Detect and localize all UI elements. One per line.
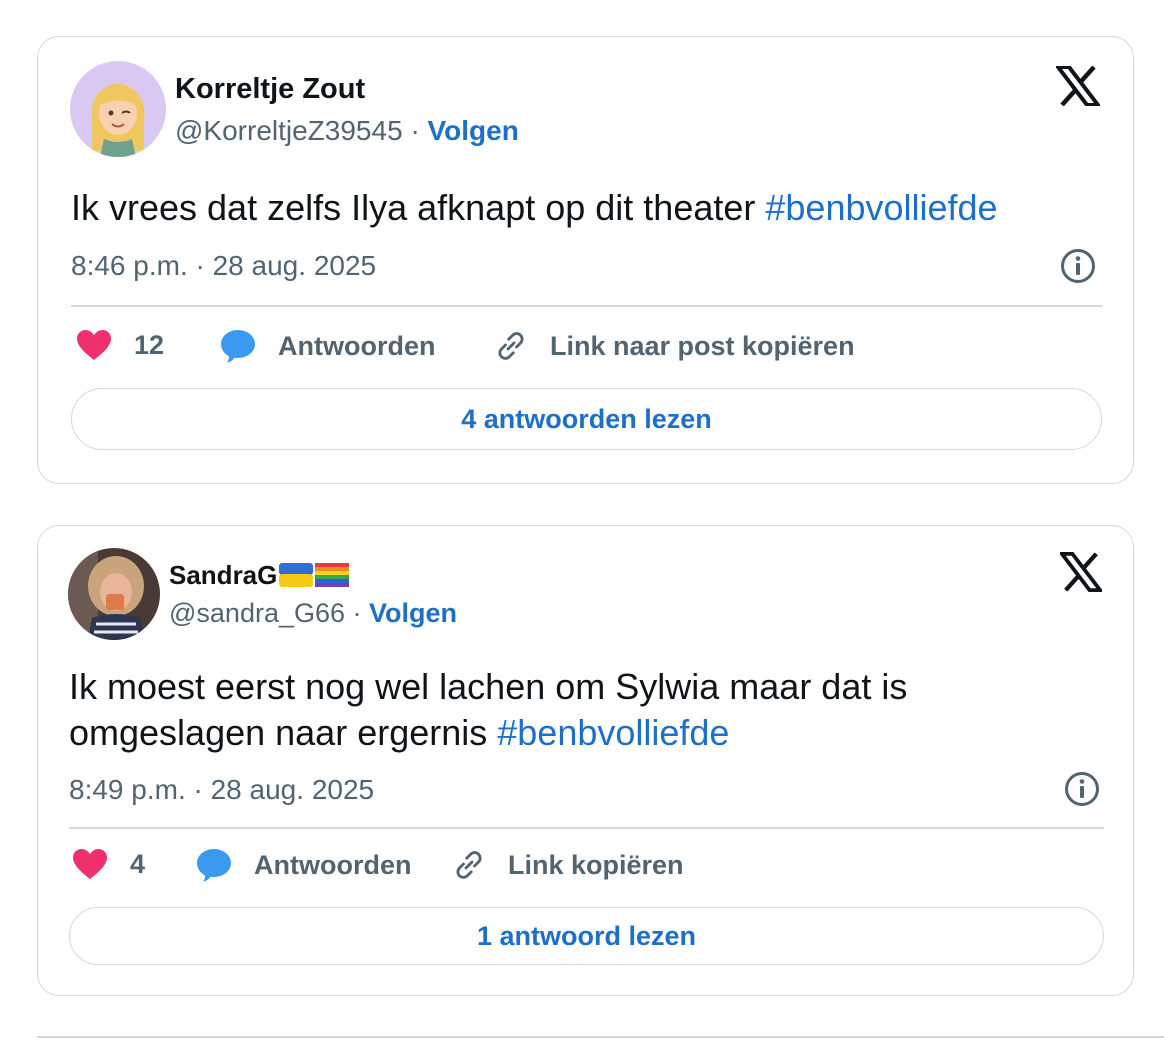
reply-button[interactable]: Antwoorden <box>220 329 435 363</box>
follow-button[interactable]: Volgen <box>369 598 457 628</box>
reply-label: Antwoorden <box>278 330 436 361</box>
separator: · <box>410 115 420 146</box>
author-name[interactable]: SandraG <box>169 560 350 594</box>
hashtag-link[interactable]: #benbvolliefde <box>765 187 997 228</box>
timestamp[interactable]: 8:49 p.m. · 28 aug. 2025 <box>69 774 374 806</box>
hashtag-link[interactable]: #benbvolliefde <box>497 712 729 753</box>
info-icon[interactable] <box>1059 247 1097 285</box>
avatar[interactable] <box>68 548 160 640</box>
tweet-card: Korreltje Zout @KorreltjeZ39545 · Volgen… <box>37 36 1134 484</box>
x-logo-icon[interactable] <box>1053 65 1103 107</box>
x-logo-icon[interactable] <box>1058 551 1104 593</box>
divider <box>71 305 1102 307</box>
copy-link-label: Link naar post kopiëren <box>550 330 855 361</box>
read-replies-button[interactable]: 4 antwoorden lezen <box>71 388 1102 450</box>
copy-link-label: Link kopiëren <box>508 849 684 880</box>
rainbow-flag-icon <box>315 563 350 594</box>
tweet-text-body: omgeslagen naar ergernis <box>69 712 498 753</box>
like-count: 4 <box>130 848 146 879</box>
follow-button[interactable]: Volgen <box>428 115 519 146</box>
copy-link-button[interactable]: Link naar post kopiëren <box>494 329 855 363</box>
tweet-text: Ik vrees dat zelfs Ilya afknapt op dit t… <box>71 185 998 231</box>
separator: · <box>352 598 362 628</box>
author-name[interactable]: Korreltje Zout <box>175 73 365 106</box>
tweet-text: Ik moest eerst nog wel lachen om Sylwia … <box>69 664 907 756</box>
like-button[interactable]: 4 <box>72 848 145 880</box>
copy-link-button[interactable]: Link kopiëren <box>452 848 684 882</box>
info-icon[interactable] <box>1063 770 1101 808</box>
author-handle[interactable]: @KorreltjeZ39545 <box>175 115 403 146</box>
handle-row: @KorreltjeZ39545 · Volgen <box>175 115 519 147</box>
handle-row: @sandra_G66 · Volgen <box>169 598 457 629</box>
tweet-text-line: omgeslagen naar ergernis #benbvolliefde <box>69 710 907 756</box>
tweet-text-body: Ik vrees dat zelfs Ilya afknapt op dit t… <box>71 187 766 228</box>
reply-button[interactable]: Antwoorden <box>196 848 411 882</box>
reply-label: Antwoorden <box>254 849 412 880</box>
page-divider <box>37 1036 1164 1038</box>
tweet-card: SandraG @sandra_G66 · Volgen Ik moest ee… <box>37 525 1134 996</box>
heart-icon <box>77 330 111 360</box>
ukraine-flag-icon <box>279 563 314 594</box>
like-count: 12 <box>134 329 165 360</box>
timestamp[interactable]: 8:46 p.m. · 28 aug. 2025 <box>71 250 376 282</box>
speech-bubble-icon <box>197 849 231 882</box>
tweet-text-line: Ik moest eerst nog wel lachen om Sylwia … <box>69 666 908 707</box>
link-icon <box>498 332 524 360</box>
author-name-text: SandraG <box>169 560 278 590</box>
read-replies-button[interactable]: 1 antwoord lezen <box>69 907 1104 965</box>
speech-bubble-icon <box>221 330 255 363</box>
link-icon <box>456 851 482 879</box>
heart-icon <box>73 849 107 879</box>
divider <box>69 827 1104 829</box>
avatar[interactable] <box>70 61 166 157</box>
like-button[interactable]: 12 <box>76 329 164 361</box>
author-handle[interactable]: @sandra_G66 <box>169 598 345 628</box>
